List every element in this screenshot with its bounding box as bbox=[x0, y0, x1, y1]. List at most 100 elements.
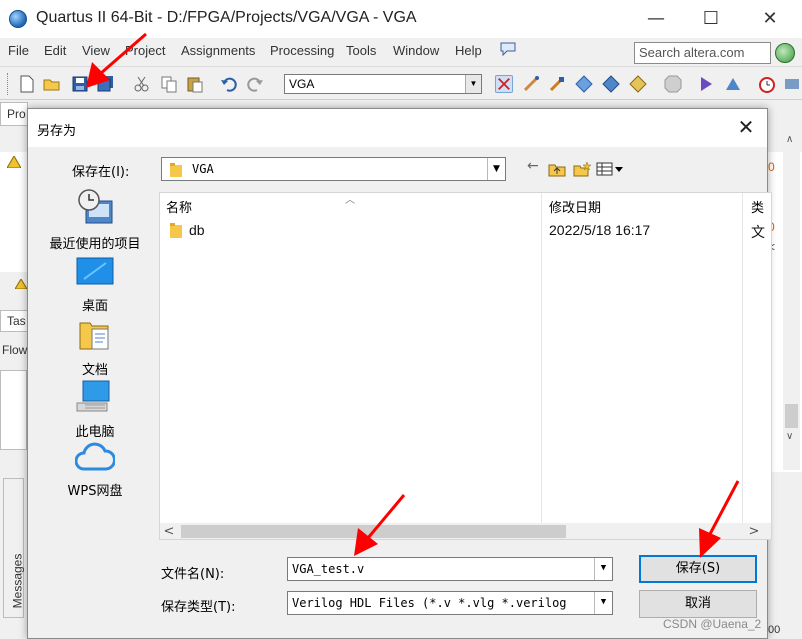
save-button[interactable]: 保存(S) bbox=[639, 555, 757, 583]
programmer-icon[interactable] bbox=[783, 75, 801, 93]
warning-panel bbox=[0, 152, 27, 272]
copy-icon[interactable] bbox=[160, 75, 178, 93]
file-row[interactable]: db 2022/5/18 16:17 文 bbox=[160, 220, 771, 242]
menu-project[interactable]: Project bbox=[125, 43, 165, 58]
filetype-label: 保存类型(T): bbox=[161, 600, 236, 615]
search-go-icon[interactable] bbox=[775, 43, 795, 63]
place-this-pc[interactable]: 此电脑 bbox=[36, 379, 154, 440]
place-desktop[interactable]: 桌面 bbox=[36, 257, 154, 314]
menu-window[interactable]: Window bbox=[393, 43, 439, 58]
horizontal-scrollbar[interactable]: < > bbox=[160, 523, 771, 539]
filename-label: 文件名(N): bbox=[161, 567, 225, 582]
place-wps-cloud[interactable]: WPS网盘 bbox=[36, 442, 154, 499]
window-titlebar: Quartus II 64-Bit - D:/FPGA/Projects/VGA… bbox=[0, 0, 802, 38]
place-label: 最近使用的项目 bbox=[49, 237, 141, 252]
up-folder-icon[interactable] bbox=[548, 161, 566, 177]
place-label: 此电脑 bbox=[75, 425, 115, 440]
project-select[interactable]: VGA ▼ bbox=[284, 74, 482, 94]
chevron-down-icon[interactable]: ▼ bbox=[487, 158, 505, 180]
filetype-value: Verilog HDL Files (*.v *.vlg *.verilog bbox=[292, 596, 567, 610]
column-divider[interactable] bbox=[742, 193, 743, 523]
save-all-icon[interactable] bbox=[97, 75, 115, 93]
dialog-close-button[interactable]: ✕ bbox=[735, 116, 757, 138]
scroll-thumb[interactable] bbox=[785, 404, 798, 428]
chevron-down-icon[interactable]: ▼ bbox=[465, 75, 481, 93]
watermark: CSDN @Uaena_2 bbox=[663, 617, 762, 631]
cancel-button[interactable]: 取消 bbox=[639, 590, 757, 618]
search-input[interactable]: Search altera.com bbox=[634, 42, 771, 64]
scroll-down-icon[interactable]: ∨ bbox=[786, 431, 793, 442]
place-label: WPS网盘 bbox=[67, 484, 123, 499]
dialog-titlebar: 另存为 ✕ bbox=[28, 109, 767, 147]
analysis-icon[interactable] bbox=[629, 75, 647, 93]
column-header-type[interactable]: 类 bbox=[751, 197, 764, 216]
scroll-thumb[interactable] bbox=[181, 525, 566, 538]
save-icon[interactable] bbox=[71, 75, 89, 93]
filetype-select[interactable]: Verilog HDL Files (*.v *.vlg *.verilog ▼ bbox=[287, 591, 613, 615]
cut-icon[interactable] bbox=[133, 75, 151, 93]
scroll-up-icon[interactable]: ∧ bbox=[786, 134, 793, 145]
warning-icon bbox=[7, 156, 21, 168]
recent-places-icon bbox=[78, 189, 113, 224]
tasks-tab[interactable]: Tas bbox=[0, 310, 28, 332]
messages-label: Messages bbox=[10, 553, 25, 609]
editor-vscroll[interactable]: ∧ ∨ bbox=[783, 134, 800, 470]
open-folder-icon[interactable] bbox=[43, 75, 61, 93]
sort-asc-icon: ︿ bbox=[345, 195, 355, 206]
redo-icon[interactable] bbox=[246, 75, 264, 93]
maximize-button[interactable]: ☐ bbox=[698, 6, 724, 32]
menu-processing[interactable]: Processing bbox=[270, 43, 334, 58]
messages-side-tab[interactable]: Messages bbox=[3, 478, 24, 618]
menu-help[interactable]: Help bbox=[455, 43, 482, 58]
chevron-down-icon[interactable]: ▼ bbox=[594, 592, 612, 614]
filename-input[interactable]: VGA_test.v ▼ bbox=[287, 557, 613, 581]
flow-label: Flow bbox=[2, 343, 28, 357]
scroll-right-icon[interactable]: > bbox=[745, 523, 763, 539]
place-documents[interactable]: 文档 bbox=[36, 317, 154, 378]
dialog-title: 另存为 bbox=[37, 124, 77, 139]
file-list[interactable]: ︿ 名称 修改日期 类 db 2022/5/18 16:17 文 < > bbox=[159, 192, 772, 540]
window-title: Quartus II 64-Bit - D:/FPGA/Projects/VGA… bbox=[36, 9, 417, 26]
folder-icon bbox=[170, 163, 182, 177]
place-recent[interactable]: 最近使用的项目 bbox=[36, 189, 154, 252]
menu-edit[interactable]: Edit bbox=[44, 43, 66, 58]
undo-icon[interactable] bbox=[220, 75, 238, 93]
compile-icon[interactable] bbox=[602, 75, 620, 93]
scroll-left-icon[interactable]: < bbox=[160, 523, 178, 539]
close-window-button[interactable]: ✕ bbox=[757, 6, 783, 32]
view-menu-icon[interactable] bbox=[596, 161, 624, 177]
stop-icon[interactable] bbox=[664, 75, 682, 93]
chevron-down-icon[interactable]: ▼ bbox=[594, 558, 612, 580]
save-in-combo[interactable]: VGA ▼ bbox=[161, 157, 506, 181]
save-as-dialog: 另存为 ✕ 保存在(I): VGA ▼ ← 最近使用的项目 桌面 文档 此电脑 bbox=[27, 108, 772, 639]
line-digit: 0 bbox=[768, 160, 775, 174]
new-folder-icon[interactable] bbox=[573, 161, 591, 177]
new-file-icon[interactable] bbox=[18, 75, 36, 93]
file-type: 文 bbox=[751, 224, 765, 240]
place-label: 文档 bbox=[81, 363, 108, 378]
menu-tools[interactable]: Tools bbox=[346, 43, 376, 58]
desktop-icon bbox=[76, 257, 114, 285]
paste-icon[interactable] bbox=[186, 75, 204, 93]
start-compilation-icon[interactable] bbox=[697, 75, 715, 93]
pin-icon[interactable] bbox=[548, 75, 566, 93]
back-arrow-icon[interactable]: ← bbox=[527, 158, 539, 174]
menu-assignments[interactable]: Assignments bbox=[181, 43, 255, 58]
column-header-modified[interactable]: 修改日期 bbox=[549, 197, 601, 216]
chip-planner-icon[interactable] bbox=[575, 75, 593, 93]
timing-analyzer-icon[interactable] bbox=[724, 75, 742, 93]
assignment-editor-icon[interactable] bbox=[522, 75, 540, 93]
minimize-button[interactable]: — bbox=[643, 6, 669, 32]
filename-value: VGA_test.v bbox=[292, 562, 365, 576]
clock-icon[interactable] bbox=[758, 75, 776, 93]
menu-file[interactable]: File bbox=[8, 43, 29, 58]
pin-planner-icon[interactable] bbox=[495, 75, 513, 93]
menu-view[interactable]: View bbox=[82, 43, 110, 58]
project-navigator-tab[interactable]: Pro bbox=[0, 102, 28, 126]
save-in-label: 保存在(I): bbox=[72, 165, 130, 180]
warning-icon-small bbox=[15, 279, 27, 289]
column-divider[interactable] bbox=[541, 193, 542, 523]
this-pc-icon bbox=[76, 380, 110, 412]
help-chat-icon[interactable] bbox=[500, 42, 516, 56]
column-header-name[interactable]: 名称 bbox=[166, 197, 192, 216]
